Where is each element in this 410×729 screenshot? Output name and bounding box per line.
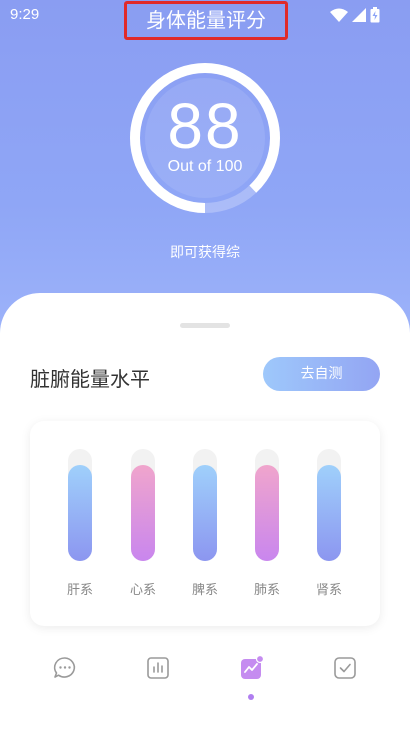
nav-messages[interactable]: [52, 655, 82, 689]
bar-label: 肾系: [315, 583, 342, 598]
status-time: 9:29: [10, 6, 40, 23]
bar-fill: [317, 465, 341, 561]
bar-label: 肝系: [66, 583, 93, 598]
chat-icon: [53, 657, 76, 678]
organ-section-title: 脏腑能量水平: [30, 367, 150, 391]
score-gauge: 88 Out of 100: [120, 53, 290, 223]
bottom-nav: [0, 655, 410, 705]
organ-bar-liver[interactable]: 肝系: [67, 449, 93, 598]
hint-text: 即可获得综: [170, 245, 240, 261]
nav-trends[interactable]: [239, 655, 269, 689]
bar-fill: [193, 465, 217, 561]
bar-track: [193, 449, 217, 561]
bar-track: [255, 449, 279, 561]
organ-bar-kidney[interactable]: 肾系: [316, 449, 342, 598]
bar-fill: [68, 465, 92, 561]
score-value: 88: [167, 90, 243, 162]
bar-label: 脾系: [191, 583, 218, 598]
organ-bar-spleen[interactable]: 脾系: [192, 449, 218, 598]
bar-track: [131, 449, 155, 561]
bar-track: [317, 449, 341, 561]
wifi-icon: [330, 8, 348, 22]
page-title: 身体能量评分: [124, 1, 288, 40]
battery-icon: [370, 7, 380, 23]
nav-stats[interactable]: [145, 655, 175, 689]
organ-bar-lung[interactable]: 肺系: [254, 449, 280, 598]
nav-tasks[interactable]: [332, 655, 362, 689]
signal-icon: [352, 8, 366, 22]
bar-label: 肺系: [253, 583, 280, 598]
organ-energy-card: 肝系 心系 脾系 肺系 肾系: [30, 421, 380, 626]
bar-fill: [131, 465, 155, 561]
bar-fill: [255, 465, 279, 561]
organ-bar-heart[interactable]: 心系: [130, 449, 156, 598]
self-test-button[interactable]: 去自测: [263, 357, 380, 391]
drag-handle[interactable]: [180, 323, 230, 328]
score-subtitle: Out of 100: [167, 158, 243, 175]
bar-label: 心系: [129, 583, 156, 598]
chart-icon: [147, 657, 169, 679]
bar-track: [68, 449, 92, 561]
status-icons: [330, 7, 380, 23]
active-tab-indicator: [248, 694, 254, 700]
trend-icon: [241, 655, 265, 679]
check-icon: [334, 657, 356, 679]
